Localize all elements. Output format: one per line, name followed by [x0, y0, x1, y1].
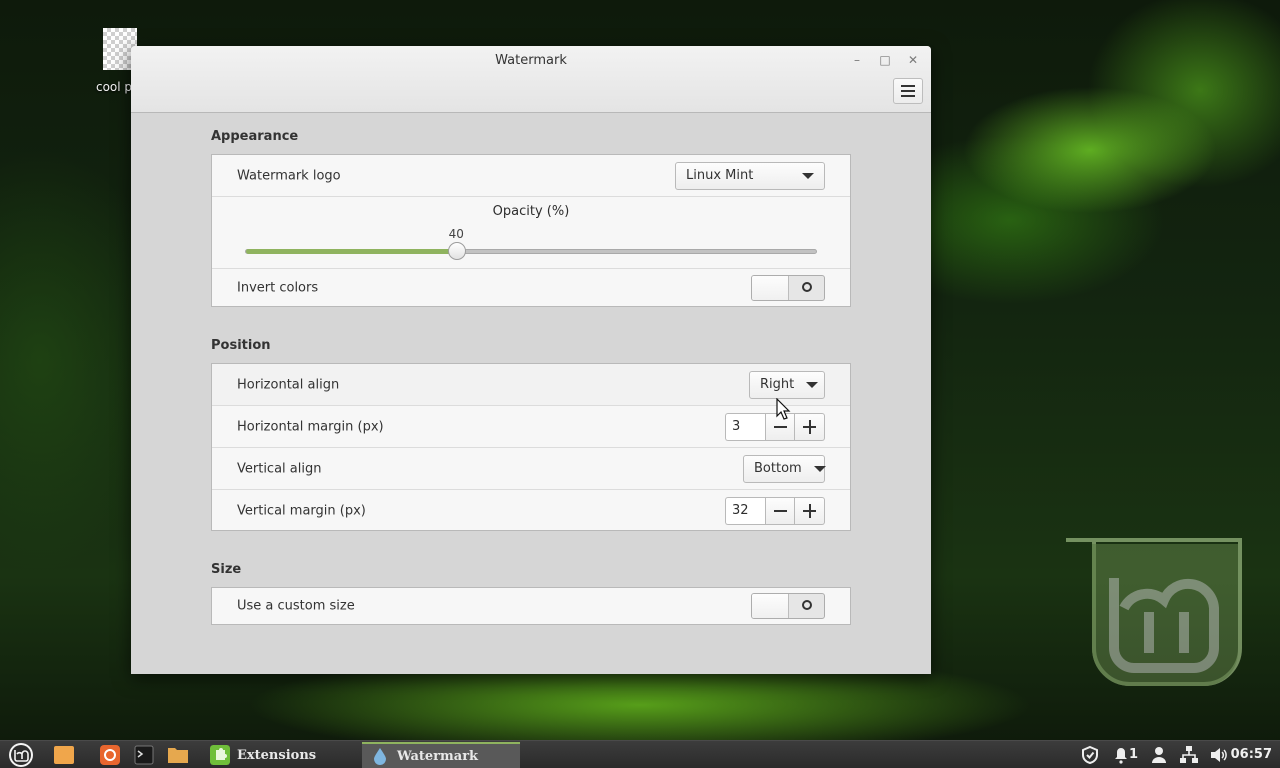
- watermark-logo-value: Linux Mint: [686, 168, 754, 183]
- horizontal-align-row: Horizontal align Right: [212, 364, 850, 406]
- maximize-button[interactable]: □: [877, 52, 893, 68]
- switch-knob: [752, 594, 789, 618]
- horizontal-margin-row: Horizontal margin (px) 3: [212, 406, 850, 448]
- opacity-slider-track[interactable]: [245, 249, 817, 254]
- task-extensions[interactable]: Extensions: [202, 742, 352, 768]
- linux-mint-watermark-logo: [1066, 538, 1242, 686]
- chevron-down-icon: [806, 381, 819, 388]
- position-section-title: Position: [211, 338, 271, 353]
- vertical-align-row: Vertical align Bottom: [212, 448, 850, 490]
- task-label: Extensions: [237, 747, 317, 763]
- horizontal-margin-input[interactable]: 3: [725, 412, 765, 441]
- horizontal-margin-spinner: 3: [725, 412, 825, 441]
- custom-size-row: Use a custom size: [212, 588, 850, 624]
- terminal-icon[interactable]: [134, 743, 154, 767]
- watermark-logo-row: Watermark logo Linux Mint: [212, 155, 850, 197]
- puzzle-icon: [210, 745, 230, 765]
- chevron-down-icon: [813, 465, 826, 472]
- window-titlebar[interactable]: Watermark – □ ✕: [131, 46, 931, 113]
- water-drop-icon: [374, 748, 386, 765]
- vertical-margin-increment-button[interactable]: [795, 497, 825, 525]
- size-card: Use a custom size: [211, 587, 851, 625]
- vertical-margin-label: Vertical margin (px): [237, 503, 366, 519]
- opacity-row: Opacity (%) 40: [212, 197, 850, 269]
- files-folder-icon[interactable]: [167, 743, 189, 767]
- opacity-slider-fill: [246, 249, 458, 254]
- window-title: Watermark: [495, 53, 567, 68]
- minimize-button[interactable]: –: [849, 52, 865, 68]
- horizontal-margin-label: Horizontal margin (px): [237, 419, 384, 434]
- horizontal-align-dropdown[interactable]: Right: [749, 370, 825, 399]
- vertical-margin-decrement-button[interactable]: [765, 497, 795, 525]
- switch-off-icon: [802, 600, 812, 610]
- notifications-count: 1: [1129, 747, 1139, 762]
- clock[interactable]: 06:57: [1231, 747, 1272, 762]
- invert-colors-row: Invert colors: [212, 269, 850, 306]
- vertical-align-label: Vertical align: [237, 461, 322, 476]
- taskbar: Extensions Watermark 1 06:57: [0, 740, 1280, 768]
- switch-knob: [752, 275, 789, 300]
- opacity-label: Opacity (%): [492, 204, 570, 219]
- custom-size-label: Use a custom size: [237, 598, 355, 614]
- switch-off-icon: [802, 281, 812, 292]
- opacity-value: 40: [448, 227, 464, 241]
- horizontal-margin-increment-button[interactable]: [795, 412, 825, 441]
- vertical-margin-spinner: 32: [725, 497, 825, 525]
- hamburger-menu-button[interactable]: [893, 78, 923, 104]
- task-label: Watermark: [397, 748, 479, 764]
- watermark-logo-label: Watermark logo: [237, 168, 341, 183]
- opacity-slider-handle[interactable]: [447, 242, 466, 260]
- watermark-logo-dropdown[interactable]: Linux Mint: [675, 161, 825, 190]
- appearance-section-title: Appearance: [211, 129, 299, 144]
- invert-colors-switch[interactable]: [751, 274, 825, 301]
- menu-icon: [901, 85, 915, 87]
- custom-size-switch[interactable]: [751, 593, 825, 619]
- horizontal-align-value: Right: [760, 377, 795, 392]
- shield-icon[interactable]: [1080, 745, 1100, 765]
- vertical-margin-row: Vertical margin (px) 32: [212, 490, 850, 532]
- watermark-settings-window: Watermark – □ ✕ Appearance Watermark log…: [131, 46, 931, 674]
- appearance-card: Watermark logo Linux Mint Opacity (%) 40…: [211, 154, 851, 307]
- mint-menu-icon[interactable]: [8, 742, 34, 768]
- mouse-pointer-icon: [776, 398, 791, 420]
- notifications-icon[interactable]: [1114, 745, 1128, 765]
- firefox-icon[interactable]: [99, 743, 121, 767]
- size-section-title: Size: [211, 562, 242, 577]
- show-desktop-icon[interactable]: [53, 743, 75, 767]
- invert-colors-label: Invert colors: [237, 280, 319, 295]
- chevron-down-icon: [802, 172, 814, 179]
- horizontal-align-label: Horizontal align: [237, 377, 340, 392]
- user-icon[interactable]: [1150, 745, 1168, 765]
- vertical-align-value: Bottom: [754, 461, 802, 476]
- vertical-align-dropdown[interactable]: Bottom: [743, 454, 826, 483]
- task-watermark[interactable]: Watermark: [362, 742, 520, 768]
- close-button[interactable]: ✕: [905, 52, 921, 68]
- position-card: Horizontal align Right Horizontal margin…: [211, 363, 851, 531]
- volume-icon[interactable]: [1209, 745, 1229, 765]
- network-icon[interactable]: [1179, 745, 1199, 765]
- vertical-margin-input[interactable]: 32: [725, 497, 765, 525]
